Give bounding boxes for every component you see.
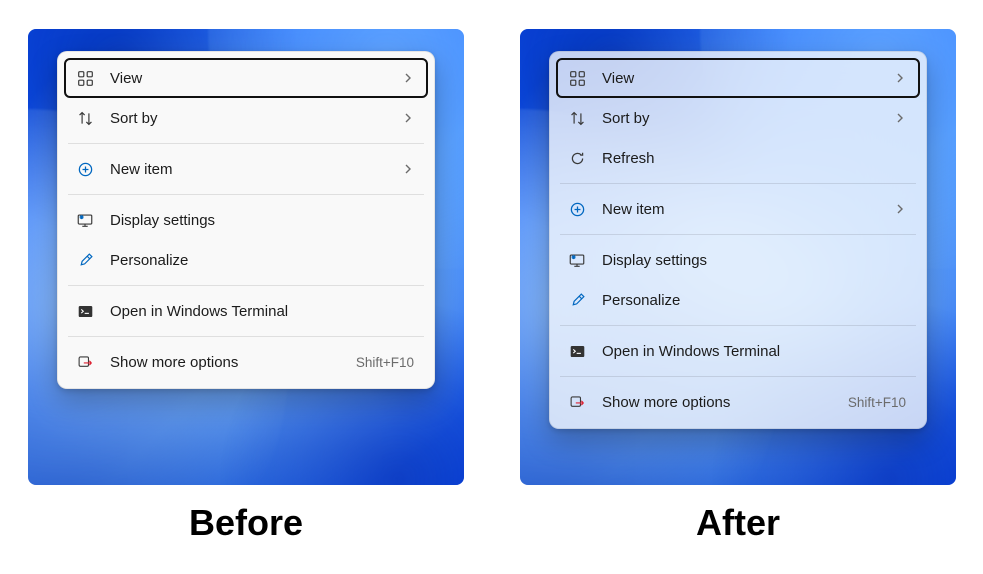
menu-separator (560, 376, 916, 377)
menu-item-open-terminal[interactable]: Open in Windows Terminal (556, 331, 920, 371)
menu-separator (560, 234, 916, 235)
terminal-icon (76, 302, 94, 320)
menu-item-new-item[interactable]: New item (64, 149, 428, 189)
menu-item-personalize[interactable]: Personalize (64, 240, 428, 280)
context-menu-before: View Sort by New (57, 51, 435, 389)
display-settings-icon (568, 251, 586, 269)
menu-item-accelerator: Shift+F10 (356, 355, 414, 370)
grid-icon (76, 69, 94, 87)
after-panel: View Sort by Refresh (520, 29, 956, 485)
menu-separator (68, 194, 424, 195)
plus-circle-icon (76, 160, 94, 178)
menu-item-label: Display settings (602, 252, 906, 269)
context-menu-after: View Sort by Refresh (549, 51, 927, 429)
menu-item-new-item[interactable]: New item (556, 189, 920, 229)
menu-item-view[interactable]: View (556, 58, 920, 98)
chevron-right-icon (894, 72, 906, 84)
menu-item-label: Display settings (110, 212, 414, 229)
refresh-icon (568, 149, 586, 167)
menu-separator (68, 285, 424, 286)
brush-icon (76, 251, 94, 269)
menu-item-sort-by[interactable]: Sort by (556, 98, 920, 138)
menu-item-sort-by[interactable]: Sort by (64, 98, 428, 138)
show-more-icon (76, 353, 94, 371)
menu-item-label: New item (602, 201, 878, 218)
menu-item-show-more[interactable]: Show more options Shift+F10 (556, 382, 920, 422)
chevron-right-icon (402, 112, 414, 124)
menu-item-open-terminal[interactable]: Open in Windows Terminal (64, 291, 428, 331)
menu-item-personalize[interactable]: Personalize (556, 280, 920, 320)
menu-item-label: Show more options (110, 354, 340, 371)
menu-item-label: Open in Windows Terminal (602, 343, 906, 360)
menu-item-label: Personalize (602, 292, 906, 309)
menu-item-display-settings[interactable]: Display settings (64, 200, 428, 240)
caption-before: Before (28, 502, 464, 544)
menu-separator (560, 183, 916, 184)
menu-item-label: View (602, 70, 878, 87)
menu-item-label: Refresh (602, 150, 906, 167)
brush-icon (568, 291, 586, 309)
grid-icon (568, 69, 586, 87)
menu-separator (68, 336, 424, 337)
menu-separator (68, 143, 424, 144)
sort-icon (568, 109, 586, 127)
before-panel: View Sort by New (28, 29, 464, 485)
terminal-icon (568, 342, 586, 360)
chevron-right-icon (894, 112, 906, 124)
menu-item-label: Show more options (602, 394, 832, 411)
menu-separator (560, 325, 916, 326)
menu-item-label: New item (110, 161, 386, 178)
menu-item-label: Open in Windows Terminal (110, 303, 414, 320)
menu-item-label: View (110, 70, 386, 87)
display-settings-icon (76, 211, 94, 229)
sort-icon (76, 109, 94, 127)
show-more-icon (568, 393, 586, 411)
chevron-right-icon (894, 203, 906, 215)
menu-item-label: Sort by (602, 110, 878, 127)
menu-item-label: Sort by (110, 110, 386, 127)
menu-item-show-more[interactable]: Show more options Shift+F10 (64, 342, 428, 382)
chevron-right-icon (402, 72, 414, 84)
menu-item-accelerator: Shift+F10 (848, 395, 906, 410)
menu-item-label: Personalize (110, 252, 414, 269)
menu-item-refresh[interactable]: Refresh (556, 138, 920, 178)
menu-item-view[interactable]: View (64, 58, 428, 98)
chevron-right-icon (402, 163, 414, 175)
caption-after: After (520, 502, 956, 544)
plus-circle-icon (568, 200, 586, 218)
menu-item-display-settings[interactable]: Display settings (556, 240, 920, 280)
